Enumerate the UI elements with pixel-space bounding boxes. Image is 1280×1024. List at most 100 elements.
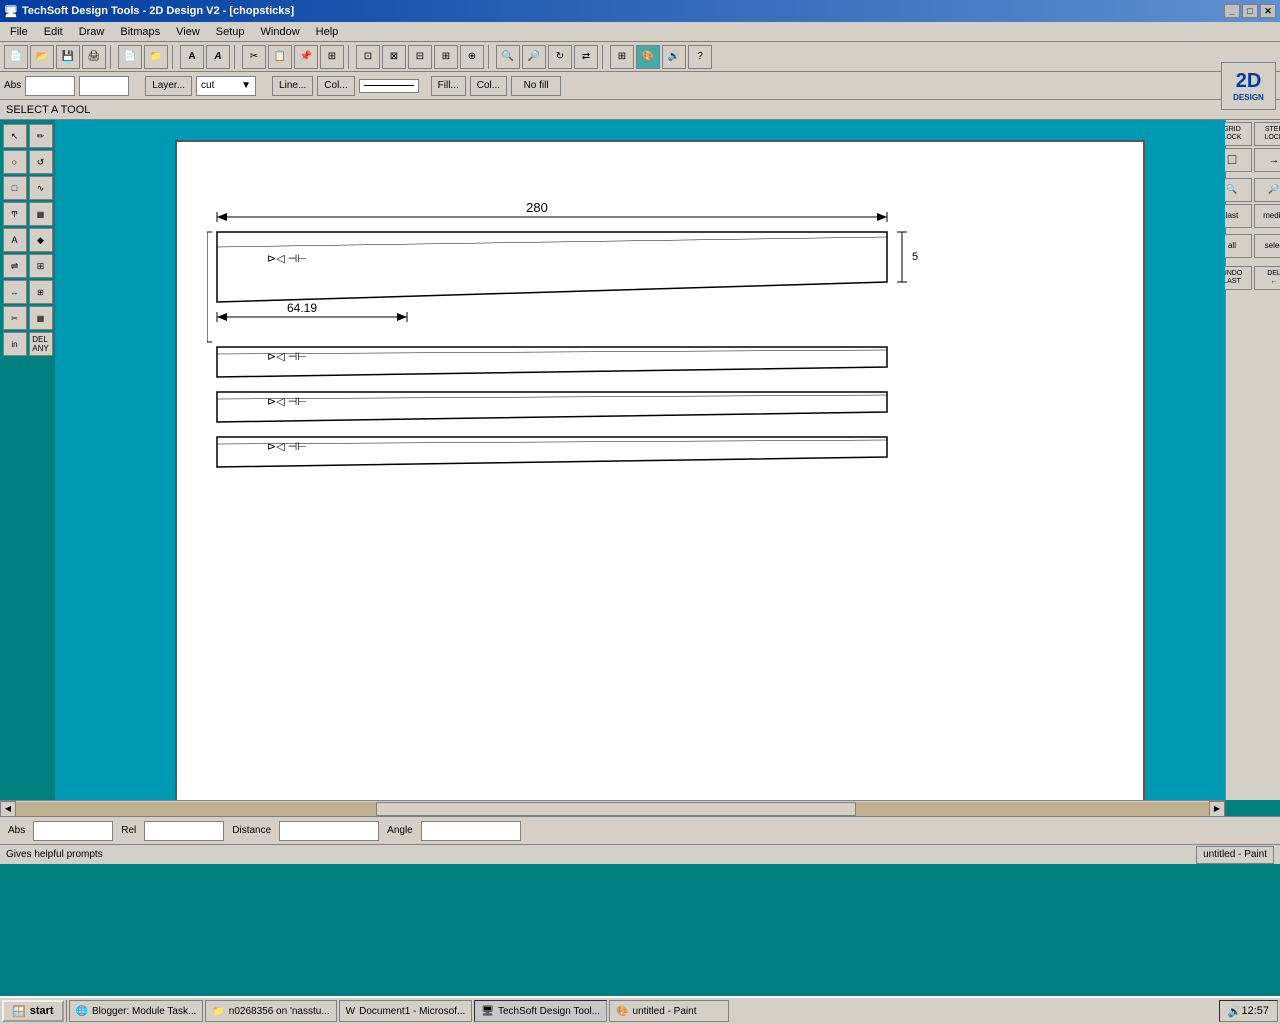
paste-button[interactable]: 📌 bbox=[294, 45, 318, 69]
media-btn[interactable]: media bbox=[1254, 204, 1280, 228]
abs-x-field[interactable] bbox=[33, 821, 113, 841]
layer-dropdown[interactable]: cut ▼ bbox=[196, 76, 256, 96]
flip-button[interactable]: ⇄ bbox=[574, 45, 598, 69]
array-tool[interactable]: ▦ bbox=[29, 306, 53, 330]
save-button[interactable]: 💾 bbox=[56, 45, 80, 69]
abs-label: Abs bbox=[4, 825, 29, 836]
color-button[interactable]: 🎨 bbox=[636, 45, 660, 69]
zoom2-btn[interactable]: 🔎 bbox=[1254, 178, 1280, 202]
mirror-tool[interactable]: ⇌ bbox=[3, 254, 27, 278]
special-button[interactable]: ⊞ bbox=[320, 45, 344, 69]
start-button[interactable]: 🪟 start bbox=[2, 1000, 64, 1022]
scroll-right-btn[interactable]: ▶ bbox=[1209, 801, 1225, 817]
menu-file[interactable]: File bbox=[2, 24, 36, 40]
col1-button[interactable]: Col... bbox=[317, 76, 354, 96]
taskbar-blogger[interactable]: 🌐 Blogger: Module Task... bbox=[69, 1000, 204, 1022]
col2-button[interactable]: Col... bbox=[470, 76, 507, 96]
in-tool[interactable]: in bbox=[3, 332, 27, 356]
selec-btn[interactable]: selec bbox=[1254, 234, 1280, 258]
canvas-area[interactable]: 280 5 10 ⊳◁ ⊣⊢ bbox=[55, 120, 1225, 800]
dim-tool[interactable]: ↔ bbox=[3, 280, 27, 304]
menu-setup[interactable]: Setup bbox=[208, 24, 253, 40]
tool-row-5: A ◆ bbox=[3, 228, 53, 252]
print-button[interactable]: 🖨 bbox=[82, 45, 106, 69]
menu-help[interactable]: Help bbox=[308, 24, 347, 40]
curve-text-tool[interactable]: Ͳ bbox=[3, 202, 27, 226]
rotate-tool[interactable]: ↺ bbox=[29, 150, 53, 174]
titlebar: 🖥 TechSoft Design Tools - 2D Design V2 -… bbox=[0, 0, 1280, 22]
scale-tool[interactable]: ⊞ bbox=[29, 254, 53, 278]
scroll-track[interactable] bbox=[16, 802, 1209, 816]
tb-sep3 bbox=[234, 45, 238, 69]
zoom-in-button[interactable]: 🔍 bbox=[496, 45, 520, 69]
dim-6419-label: 64.19 bbox=[287, 301, 317, 315]
line-style bbox=[364, 85, 414, 86]
tb-sep4 bbox=[348, 45, 352, 69]
grid-tool[interactable]: ⊞ bbox=[29, 280, 53, 304]
taskbar-word[interactable]: W Document1 - Microsof... bbox=[339, 1000, 473, 1022]
node-tool[interactable]: ◆ bbox=[29, 228, 53, 252]
rect-tool[interactable]: □ bbox=[3, 176, 27, 200]
taskbar-techsoft[interactable]: 🖥 TechSoft Design Tool... bbox=[474, 1000, 607, 1022]
layer-button[interactable]: Layer... bbox=[145, 76, 192, 96]
rel-field[interactable] bbox=[144, 821, 224, 841]
scroll-left-btn[interactable]: ◀ bbox=[0, 801, 16, 817]
btn-b[interactable]: ⊠ bbox=[382, 45, 406, 69]
step-lock-btn[interactable]: STEPLOCK bbox=[1254, 122, 1280, 146]
close-button[interactable]: ✕ bbox=[1260, 4, 1276, 18]
paint-taskbar-preview[interactable]: untitled - Paint bbox=[1196, 846, 1274, 864]
fill-button[interactable]: Fill... bbox=[431, 76, 466, 96]
line-preview bbox=[359, 79, 419, 93]
open-button[interactable]: 📂 bbox=[30, 45, 54, 69]
wave-tool[interactable]: ∿ bbox=[29, 176, 53, 200]
taskbar-paint[interactable]: 🎨 untitled - Paint bbox=[609, 1000, 729, 1022]
new2-button[interactable]: 📄 bbox=[118, 45, 142, 69]
scroll-thumb[interactable] bbox=[376, 802, 856, 816]
del-any-tool[interactable]: DELANY bbox=[29, 332, 53, 356]
del-last-btn[interactable]: DEL← bbox=[1254, 266, 1280, 290]
menu-window[interactable]: Window bbox=[253, 24, 308, 40]
copy-button[interactable]: 📋 bbox=[268, 45, 292, 69]
menu-edit[interactable]: Edit bbox=[36, 24, 71, 40]
text-tool[interactable]: A bbox=[3, 228, 27, 252]
hint-bottom-text: Gives helpful prompts bbox=[6, 849, 103, 860]
btn-c[interactable]: ⊟ bbox=[408, 45, 432, 69]
hatch-tool[interactable]: ▦ bbox=[29, 202, 53, 226]
btn-d[interactable]: ⊞ bbox=[434, 45, 458, 69]
angle-label: Angle bbox=[383, 825, 417, 836]
maximize-button[interactable]: □ bbox=[1242, 4, 1258, 18]
titlebar-controls[interactable]: _ □ ✕ bbox=[1224, 4, 1276, 18]
sound-button[interactable]: 🔊 bbox=[662, 45, 686, 69]
btn-e[interactable]: ⊕ bbox=[460, 45, 484, 69]
chopstick-4-symbol: ⊳◁ ⊣⊢ bbox=[267, 441, 307, 453]
x-input[interactable] bbox=[25, 76, 75, 96]
line-button[interactable]: Line... bbox=[272, 76, 313, 96]
y-input[interactable] bbox=[79, 76, 129, 96]
clip-tool[interactable]: ✂ bbox=[3, 306, 27, 330]
rotate-button[interactable]: ↻ bbox=[548, 45, 572, 69]
circle-tool[interactable]: ○ bbox=[3, 150, 27, 174]
new-button[interactable]: 📄 bbox=[4, 45, 28, 69]
start-label: start bbox=[30, 1005, 54, 1017]
grid-button[interactable]: ⊞ bbox=[610, 45, 634, 69]
taskbar-nasstu[interactable]: 📁 n0268356 on 'nasstu... bbox=[205, 1000, 336, 1022]
help-button[interactable]: ? bbox=[688, 45, 712, 69]
open2-button[interactable]: 📁 bbox=[144, 45, 168, 69]
h-scrollbar[interactable]: ◀ ▶ bbox=[0, 800, 1225, 816]
menu-bitmaps[interactable]: Bitmaps bbox=[112, 24, 168, 40]
zoom-out-button[interactable]: 🔎 bbox=[522, 45, 546, 69]
btn-a[interactable]: ⊡ bbox=[356, 45, 380, 69]
pencil-tool[interactable]: ✏ bbox=[29, 124, 53, 148]
text-button[interactable]: A bbox=[180, 45, 204, 69]
hint-bar: SELECT A TOOL bbox=[0, 100, 1280, 120]
snap-arrow-btn[interactable]: → bbox=[1254, 148, 1280, 172]
distance-field[interactable] bbox=[279, 821, 379, 841]
minimize-button[interactable]: _ bbox=[1224, 4, 1240, 18]
chopstick-1 bbox=[217, 232, 887, 302]
cut-button[interactable]: ✂ bbox=[242, 45, 266, 69]
angle-field[interactable] bbox=[421, 821, 521, 841]
menu-view[interactable]: View bbox=[168, 24, 208, 40]
text2-button[interactable]: A bbox=[206, 45, 230, 69]
select-tool[interactable]: ↖ bbox=[3, 124, 27, 148]
menu-draw[interactable]: Draw bbox=[71, 24, 113, 40]
